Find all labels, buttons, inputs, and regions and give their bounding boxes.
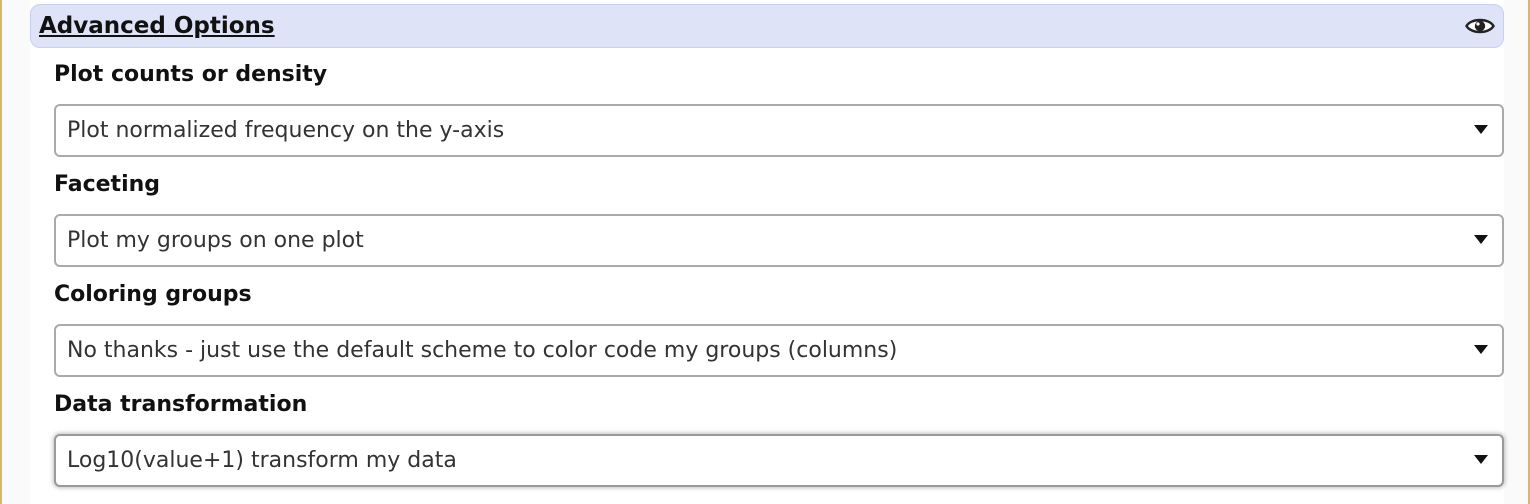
eye-icon[interactable] <box>1465 13 1495 39</box>
data-transformation-select[interactable]: Log10(value+1) transform my data <box>54 434 1504 487</box>
coloring-groups-label: Coloring groups <box>54 282 252 307</box>
caret-down-icon <box>1474 455 1488 464</box>
plot-counts-value: Plot normalized frequency on the y-axis <box>67 118 505 143</box>
advanced-options-section: Advanced Options Plot counts or density … <box>30 0 1504 504</box>
coloring-groups-select[interactable]: No thanks - just use the default scheme … <box>54 324 1504 377</box>
faceting-label: Faceting <box>54 172 161 197</box>
caret-down-icon <box>1474 235 1488 244</box>
data-transformation-value: Log10(value+1) transform my data <box>67 448 457 473</box>
data-transformation-label: Data transformation <box>54 392 308 417</box>
faceting-value: Plot my groups on one plot <box>67 228 364 253</box>
advanced-options-frame: Advanced Options Plot counts or density … <box>0 0 1530 504</box>
advanced-options-header[interactable]: Advanced Options <box>30 4 1504 48</box>
plot-counts-select[interactable]: Plot normalized frequency on the y-axis <box>54 104 1504 157</box>
plot-counts-label: Plot counts or density <box>54 62 328 87</box>
section-title[interactable]: Advanced Options <box>39 13 275 39</box>
coloring-groups-value: No thanks - just use the default scheme … <box>67 338 898 363</box>
caret-down-icon <box>1474 125 1488 134</box>
faceting-select[interactable]: Plot my groups on one plot <box>54 214 1504 267</box>
caret-down-icon <box>1474 345 1488 354</box>
